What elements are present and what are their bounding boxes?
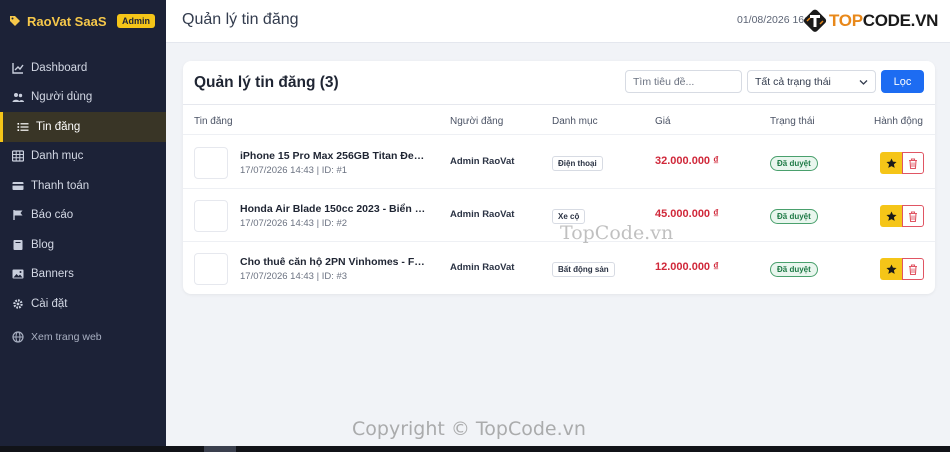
- sidebar-item-listings[interactable]: Tin đăng: [0, 112, 166, 142]
- listing-meta: 17/07/2026 14:43 | ID: #2: [240, 218, 348, 229]
- sidebar-item-label: Người dùng: [31, 91, 93, 104]
- credit-card-icon: [12, 181, 24, 190]
- topcode-logo-icon: [803, 9, 827, 32]
- listing-thumbnail[interactable]: [194, 200, 228, 232]
- watermark-text: TopCode.vn: [560, 222, 674, 244]
- sidebar-item-payments[interactable]: Thanh toán: [0, 171, 166, 201]
- gear-icon: [13, 299, 23, 309]
- bottom-taskbar: [0, 446, 950, 452]
- sidebar: RaoVat SaaS Admin Dashboard Người dùng T…: [0, 0, 166, 446]
- chevron-down-icon: [859, 80, 868, 85]
- taskbar-segment: [204, 446, 236, 452]
- sidebar-item-label: Báo cáo: [31, 209, 74, 222]
- logo-text-highlight: TOP: [829, 11, 863, 30]
- sidebar-item-label: Xem trang web: [31, 331, 102, 344]
- topbar: Quản lý tin đăng 01/08/2026 16: TOPCODE.…: [166, 0, 950, 43]
- current-date: 01/08/2026 16:: [737, 14, 808, 26]
- delete-button[interactable]: [902, 205, 924, 227]
- listing-user: Admin RaoVat: [450, 209, 515, 220]
- sidebar-item-label: Thanh toán: [31, 179, 90, 192]
- sidebar-item-blog[interactable]: Blog: [0, 230, 166, 260]
- category-badge: Bất động sản: [552, 262, 615, 277]
- logo-text: TOPCODE.VN: [829, 11, 938, 31]
- copyright-watermark: Copyright © TopCode.vn: [352, 418, 586, 440]
- flag-icon: [13, 210, 23, 221]
- image-icon: [12, 269, 24, 279]
- star-icon: [885, 157, 897, 168]
- sidebar-item-reports[interactable]: Báo cáo: [0, 201, 166, 231]
- listing-title[interactable]: Cho thuê căn hộ 2PN Vinhomes - Full nội …: [240, 256, 430, 268]
- column-header: Trạng thái: [770, 116, 815, 127]
- listing-user: Admin RaoVat: [450, 156, 515, 167]
- book-icon: [13, 239, 23, 250]
- sidebar-item-users[interactable]: Người dùng: [0, 83, 166, 113]
- filter-button[interactable]: Lọc: [881, 70, 924, 93]
- delete-button[interactable]: [902, 152, 924, 174]
- status-badge: Đã duyệt: [770, 209, 818, 224]
- page-title: Quản lý tin đăng: [182, 11, 299, 28]
- chart-line-icon: [12, 62, 24, 74]
- star-icon: [885, 210, 897, 221]
- sidebar-item-label: Blog: [31, 238, 55, 251]
- tag-icon: [10, 16, 20, 26]
- table-row: Honda Air Blade 150cc 2023 - Biển số đẹp…: [183, 189, 935, 242]
- feature-button[interactable]: [880, 205, 902, 227]
- sidebar-nav: Dashboard Người dùng Tin đăng Danh mục T…: [0, 53, 166, 352]
- sidebar-item-label: Banners: [31, 268, 74, 281]
- listing-thumbnail[interactable]: [194, 253, 228, 285]
- trash-icon: [909, 263, 917, 275]
- sidebar-item-label: Danh mục: [31, 150, 84, 163]
- table-header: Tin đăng Người đăng Danh mục Giá Trạng t…: [183, 104, 935, 135]
- status-badge: Đã duyệt: [770, 262, 818, 277]
- list-icon: [17, 122, 29, 131]
- globe-icon: [12, 331, 24, 343]
- trash-icon: [909, 210, 917, 222]
- column-header: Giá: [655, 116, 671, 127]
- listing-thumbnail[interactable]: [194, 147, 228, 179]
- column-header: Danh mục: [552, 116, 598, 127]
- sidebar-view-site-link[interactable]: Xem trang web: [0, 323, 166, 353]
- feature-button[interactable]: [880, 258, 902, 280]
- status-select-value: Tất cả trạng thái: [755, 75, 831, 88]
- admin-badge: Admin: [117, 14, 155, 28]
- listing-price: 12.000.000 ₫: [655, 261, 719, 273]
- column-header: Hành động: [874, 116, 923, 127]
- star-icon: [885, 263, 897, 274]
- listing-user: Admin RaoVat: [450, 262, 515, 273]
- table-row: iPhone 15 Pro Max 256GB Titan Đen Likene…: [183, 136, 935, 189]
- grid-icon: [12, 150, 24, 162]
- delete-button[interactable]: [902, 258, 924, 280]
- listing-price: 32.000.000 ₫: [655, 155, 719, 167]
- table-row: Cho thuê căn hộ 2PN Vinhomes - Full nội …: [183, 242, 935, 295]
- card-title: Quản lý tin đăng (3): [194, 74, 339, 91]
- status-badge: Đã duyệt: [770, 156, 818, 171]
- sidebar-item-banners[interactable]: Banners: [0, 260, 166, 290]
- listing-title[interactable]: iPhone 15 Pro Max 256GB Titan Đen Likene…: [240, 150, 430, 162]
- topcode-logo: TOPCODE.VN: [802, 8, 938, 34]
- sidebar-item-label: Tin đăng: [36, 120, 81, 133]
- listing-meta: 17/07/2026 14:43 | ID: #1: [240, 165, 348, 176]
- sidebar-item-label: Cài đặt: [31, 297, 68, 310]
- trash-icon: [909, 157, 917, 169]
- sidebar-item-categories[interactable]: Danh mục: [0, 142, 166, 172]
- column-header: Người đăng: [450, 116, 504, 127]
- brand[interactable]: RaoVat SaaS Admin: [0, 0, 166, 42]
- users-icon: [12, 93, 24, 103]
- search-input[interactable]: [625, 70, 742, 93]
- sidebar-item-label: Dashboard: [31, 61, 88, 74]
- listing-price: 45.000.000 ₫: [655, 208, 719, 220]
- category-badge: Điện thoại: [552, 156, 603, 171]
- logo-text-rest: CODE.VN: [862, 11, 939, 30]
- listing-meta: 17/07/2026 14:43 | ID: #3: [240, 271, 348, 282]
- feature-button[interactable]: [880, 152, 902, 174]
- status-select[interactable]: Tất cả trạng thái: [747, 70, 876, 93]
- listings-card: Quản lý tin đăng (3) Tất cả trạng thái L…: [183, 61, 935, 294]
- sidebar-item-dashboard[interactable]: Dashboard: [0, 53, 166, 83]
- listing-title[interactable]: Honda Air Blade 150cc 2023 - Biển số đẹp: [240, 203, 430, 215]
- sidebar-item-settings[interactable]: Cài đặt: [0, 289, 166, 319]
- column-header: Tin đăng: [194, 116, 233, 127]
- brand-name: RaoVat SaaS: [27, 13, 107, 29]
